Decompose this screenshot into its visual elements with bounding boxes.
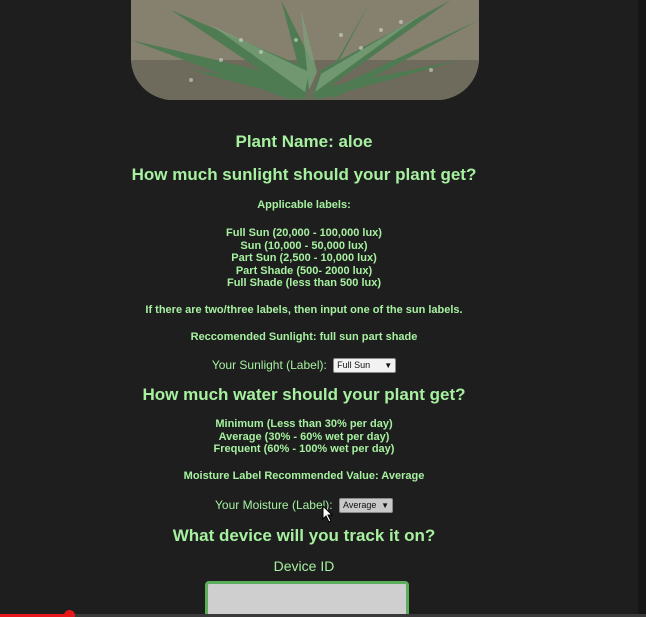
sun-label-item: Sun (10,000 - 50,000 lux) bbox=[240, 239, 368, 252]
sun-label-item: Part Sun (2,500 - 10,000 lux) bbox=[231, 252, 377, 264]
sun-label-item: Full Sun (20,000 - 100,000 lux) bbox=[226, 227, 382, 239]
sun-label-list: Full Sun (20,000 - 100,000 lux) Sun (10,… bbox=[0, 227, 608, 290]
applicable-labels-title: Applicable labels: bbox=[257, 199, 351, 211]
chevron-down-icon: ▼ bbox=[381, 501, 389, 511]
water-level-item: Frequent (60% - 100% wet per day) bbox=[213, 443, 395, 455]
sunlight-select[interactable]: Full Sun ▼ bbox=[333, 358, 397, 374]
sunlight-select-value: Full Sun bbox=[337, 360, 371, 371]
moisture-recommended: Moisture Label Recommended Value: Averag… bbox=[183, 470, 425, 482]
plant-photo bbox=[131, 0, 479, 100]
device-id-input[interactable] bbox=[205, 581, 409, 617]
moisture-input-label: Your Moisture (Label): bbox=[215, 498, 333, 512]
water-level-item: Minimum (Less than 30% per day) bbox=[215, 418, 393, 430]
sunlight-input-row: Your Sunlight (Label): Full Sun ▼ bbox=[0, 358, 608, 374]
sun-label-item: Part Shade (500- 2000 lux) bbox=[235, 264, 373, 277]
sun-label-item: Full Shade (less than 500 lux) bbox=[226, 277, 382, 289]
water-level-item: Average (30% - 60% wet per day) bbox=[218, 430, 390, 443]
scrollbar-track[interactable] bbox=[638, 0, 646, 617]
device-id-label: Device ID bbox=[273, 558, 335, 574]
sunlight-input-label: Your Sunlight (Label): bbox=[211, 358, 327, 372]
recommended-sunlight: Reccomended Sunlight: full sun part shad… bbox=[190, 331, 418, 343]
video-scrubber-handle[interactable] bbox=[64, 610, 75, 617]
sun-label-note: If there are two/three labels, then inpu… bbox=[145, 304, 463, 316]
chevron-down-icon: ▼ bbox=[384, 361, 393, 371]
mouse-pointer-icon bbox=[322, 505, 334, 523]
water-level-list: Minimum (Less than 30% per day) Average … bbox=[0, 418, 608, 456]
water-heading: How much water should your plant get? bbox=[142, 385, 466, 404]
sunlight-heading: How much sunlight should your plant get? bbox=[131, 165, 477, 184]
page-root: Plant Name: aloe How much sunlight shoul… bbox=[0, 0, 646, 617]
moisture-select-value: Average bbox=[342, 500, 377, 511]
moisture-select[interactable]: Average ▼ bbox=[338, 498, 393, 514]
plant-name-heading: Plant Name: aloe bbox=[235, 132, 373, 151]
moisture-input-row: Your Moisture (Label): Average ▼ bbox=[0, 498, 608, 514]
device-heading: What device will you track it on? bbox=[172, 526, 436, 545]
